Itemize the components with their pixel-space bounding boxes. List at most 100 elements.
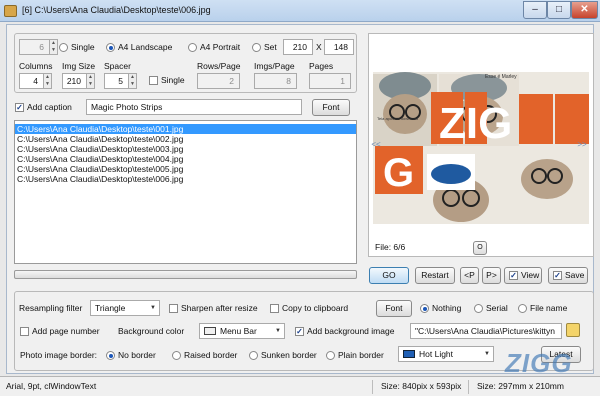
sharpen-label: Sharpen after resize bbox=[181, 303, 258, 313]
spacer-spinner[interactable]: ▲ ▼ bbox=[129, 73, 137, 89]
radio-a4-landscape-label: A4 Landscape bbox=[118, 42, 173, 52]
columns-label: Columns bbox=[19, 61, 53, 71]
preview-panel: ZIG G Esse é Marley Tela após de downloa… bbox=[368, 33, 594, 257]
columns-spinner[interactable]: ▲ ▼ bbox=[44, 73, 52, 89]
count-spinner[interactable]: ▲ ▼ bbox=[50, 39, 58, 55]
bg-image-path-input[interactable]: "C:\Users\Ana Claudia\Pictures\kittyn bbox=[410, 323, 562, 339]
single-checkbox[interactable] bbox=[149, 76, 158, 85]
chevron-down-icon: ▼ bbox=[275, 328, 281, 334]
folder-icon[interactable] bbox=[566, 323, 580, 337]
list-item[interactable]: C:\Users\Ana Claudia\Desktop\teste\001.j… bbox=[15, 124, 356, 134]
watermark-logo: ZIGG bbox=[505, 348, 573, 378]
view-checkbox[interactable]: ✓ bbox=[509, 271, 518, 280]
save-label: Save bbox=[565, 270, 585, 280]
imgs-page-field: 8 bbox=[254, 73, 297, 89]
preview-prev-arrow[interactable]: << bbox=[370, 138, 382, 152]
copy-clipboard-checkbox[interactable] bbox=[270, 304, 279, 313]
rows-page-field: 2 bbox=[197, 73, 240, 89]
rows-page-label: Rows/Page bbox=[197, 61, 241, 71]
set-width-field[interactable]: 210 bbox=[283, 39, 313, 55]
view-label: View bbox=[521, 270, 540, 280]
pages-field: 1 bbox=[309, 73, 351, 89]
maximize-button[interactable]: □ bbox=[547, 1, 571, 19]
set-x-label: X bbox=[316, 42, 322, 52]
list-item[interactable]: C:\Users\Ana Claudia\Desktop\teste\005.j… bbox=[15, 164, 356, 174]
progress-bar bbox=[14, 270, 357, 279]
minimize-button[interactable]: – bbox=[523, 1, 547, 19]
add-bg-image-label: Add background image bbox=[307, 326, 395, 336]
list-item[interactable]: C:\Users\Ana Claudia\Desktop\teste\006.j… bbox=[15, 174, 356, 184]
close-button[interactable]: ✕ bbox=[571, 1, 598, 19]
numbering-font-button[interactable]: Font bbox=[376, 300, 412, 317]
bg-color-select[interactable]: Menu Bar ▼ bbox=[199, 323, 285, 339]
overlay-small-text: Tela após de download bbox=[377, 116, 418, 121]
sharpen-checkbox[interactable] bbox=[169, 304, 178, 313]
radio-no-border-label: No border bbox=[118, 350, 156, 360]
add-bg-image-checkbox[interactable]: ✓ bbox=[295, 327, 304, 336]
caption-input[interactable]: Magic Photo Strips bbox=[86, 99, 302, 115]
restart-button[interactable]: Restart bbox=[415, 267, 455, 284]
radio-plain-border[interactable] bbox=[326, 351, 335, 360]
go-button[interactable]: GO bbox=[369, 267, 409, 284]
img-size-spinner[interactable]: ▲ ▼ bbox=[87, 73, 95, 89]
radio-no-border[interactable] bbox=[106, 351, 115, 360]
status-pixel-size: Size: 840pix x 593pix bbox=[381, 381, 462, 391]
resampling-value: Triangle bbox=[95, 303, 126, 313]
radio-a4-portrait[interactable] bbox=[188, 43, 197, 52]
g-overlay-text: G bbox=[383, 151, 414, 195]
radio-raised-border-label: Raised border bbox=[184, 350, 238, 360]
caption-font-button[interactable]: Font bbox=[312, 99, 350, 116]
title-bar[interactable]: [6] C:\Users\Ana Claudia\Desktop\teste\0… bbox=[0, 0, 600, 22]
spacer-field[interactable]: 5 bbox=[104, 73, 129, 89]
radio-serial-label: Serial bbox=[486, 303, 508, 313]
border-label: Photo image border: bbox=[20, 350, 98, 360]
radio-single-label: Single bbox=[71, 42, 95, 52]
copy-clipboard-label: Copy to clipboard bbox=[282, 303, 349, 313]
status-mm-size: Size: 297mm x 210mm bbox=[477, 381, 564, 391]
spacer-label: Spacer bbox=[104, 61, 131, 71]
add-caption-checkbox[interactable]: ✓ bbox=[15, 103, 24, 112]
pages-label: Pages bbox=[309, 61, 334, 71]
radio-nothing[interactable] bbox=[420, 304, 429, 313]
radio-set[interactable] bbox=[252, 43, 261, 52]
preview-center-button[interactable]: O bbox=[473, 241, 487, 255]
save-checkbox[interactable]: ✓ bbox=[553, 271, 562, 280]
img-size-field[interactable]: 210 bbox=[62, 73, 87, 89]
count-field[interactable]: 6 bbox=[19, 39, 50, 55]
app-icon bbox=[4, 5, 17, 17]
preview-next-arrow[interactable]: >> bbox=[576, 138, 588, 152]
radio-single[interactable] bbox=[59, 43, 68, 52]
window-title: [6] C:\Users\Ana Claudia\Desktop\teste\0… bbox=[22, 5, 211, 15]
next-page-button[interactable]: P> bbox=[482, 267, 501, 284]
overlay-caption-text: Esse é Marley bbox=[485, 74, 517, 80]
set-height-field[interactable]: 148 bbox=[324, 39, 354, 55]
status-font-info: Arial, 9pt, clWindowText bbox=[6, 381, 97, 391]
list-item[interactable]: C:\Users\Ana Claudia\Desktop\teste\002.j… bbox=[15, 134, 356, 144]
file-counter: File: 6/6 bbox=[375, 242, 406, 252]
prev-page-button[interactable]: <P bbox=[460, 267, 479, 284]
border-color-select[interactable]: Hot Light ▼ bbox=[398, 346, 494, 362]
list-item[interactable]: C:\Users\Ana Claudia\Desktop\teste\004.j… bbox=[15, 154, 356, 164]
radio-serial[interactable] bbox=[474, 304, 483, 313]
color-swatch bbox=[403, 350, 415, 358]
radio-sunken-border[interactable] bbox=[249, 351, 258, 360]
radio-nothing-label: Nothing bbox=[432, 303, 462, 313]
save-toggle[interactable]: ✓ Save bbox=[548, 267, 588, 284]
chevron-down-icon: ▼ bbox=[484, 351, 490, 357]
status-bar: Arial, 9pt, clWindowText Size: 840pix x … bbox=[0, 376, 600, 396]
columns-field[interactable]: 4 bbox=[19, 73, 44, 89]
color-swatch bbox=[204, 327, 216, 335]
list-item[interactable]: C:\Users\Ana Claudia\Desktop\teste\003.j… bbox=[15, 144, 356, 154]
radio-sunken-border-label: Sunken border bbox=[261, 350, 317, 360]
add-caption-label: Add caption bbox=[27, 102, 72, 112]
add-page-number-checkbox[interactable] bbox=[20, 327, 29, 336]
radio-a4-landscape[interactable] bbox=[106, 43, 115, 52]
radio-raised-border[interactable] bbox=[172, 351, 181, 360]
zig-overlay-text: ZIG bbox=[439, 99, 512, 148]
radio-plain-border-label: Plain border bbox=[338, 350, 384, 360]
resampling-select[interactable]: Triangle ▼ bbox=[90, 300, 160, 316]
radio-file-name[interactable] bbox=[518, 304, 527, 313]
file-list[interactable]: C:\Users\Ana Claudia\Desktop\teste\001.j… bbox=[14, 120, 357, 264]
view-toggle[interactable]: ✓ View bbox=[504, 267, 542, 284]
resampling-label: Resampling filter bbox=[19, 303, 83, 313]
